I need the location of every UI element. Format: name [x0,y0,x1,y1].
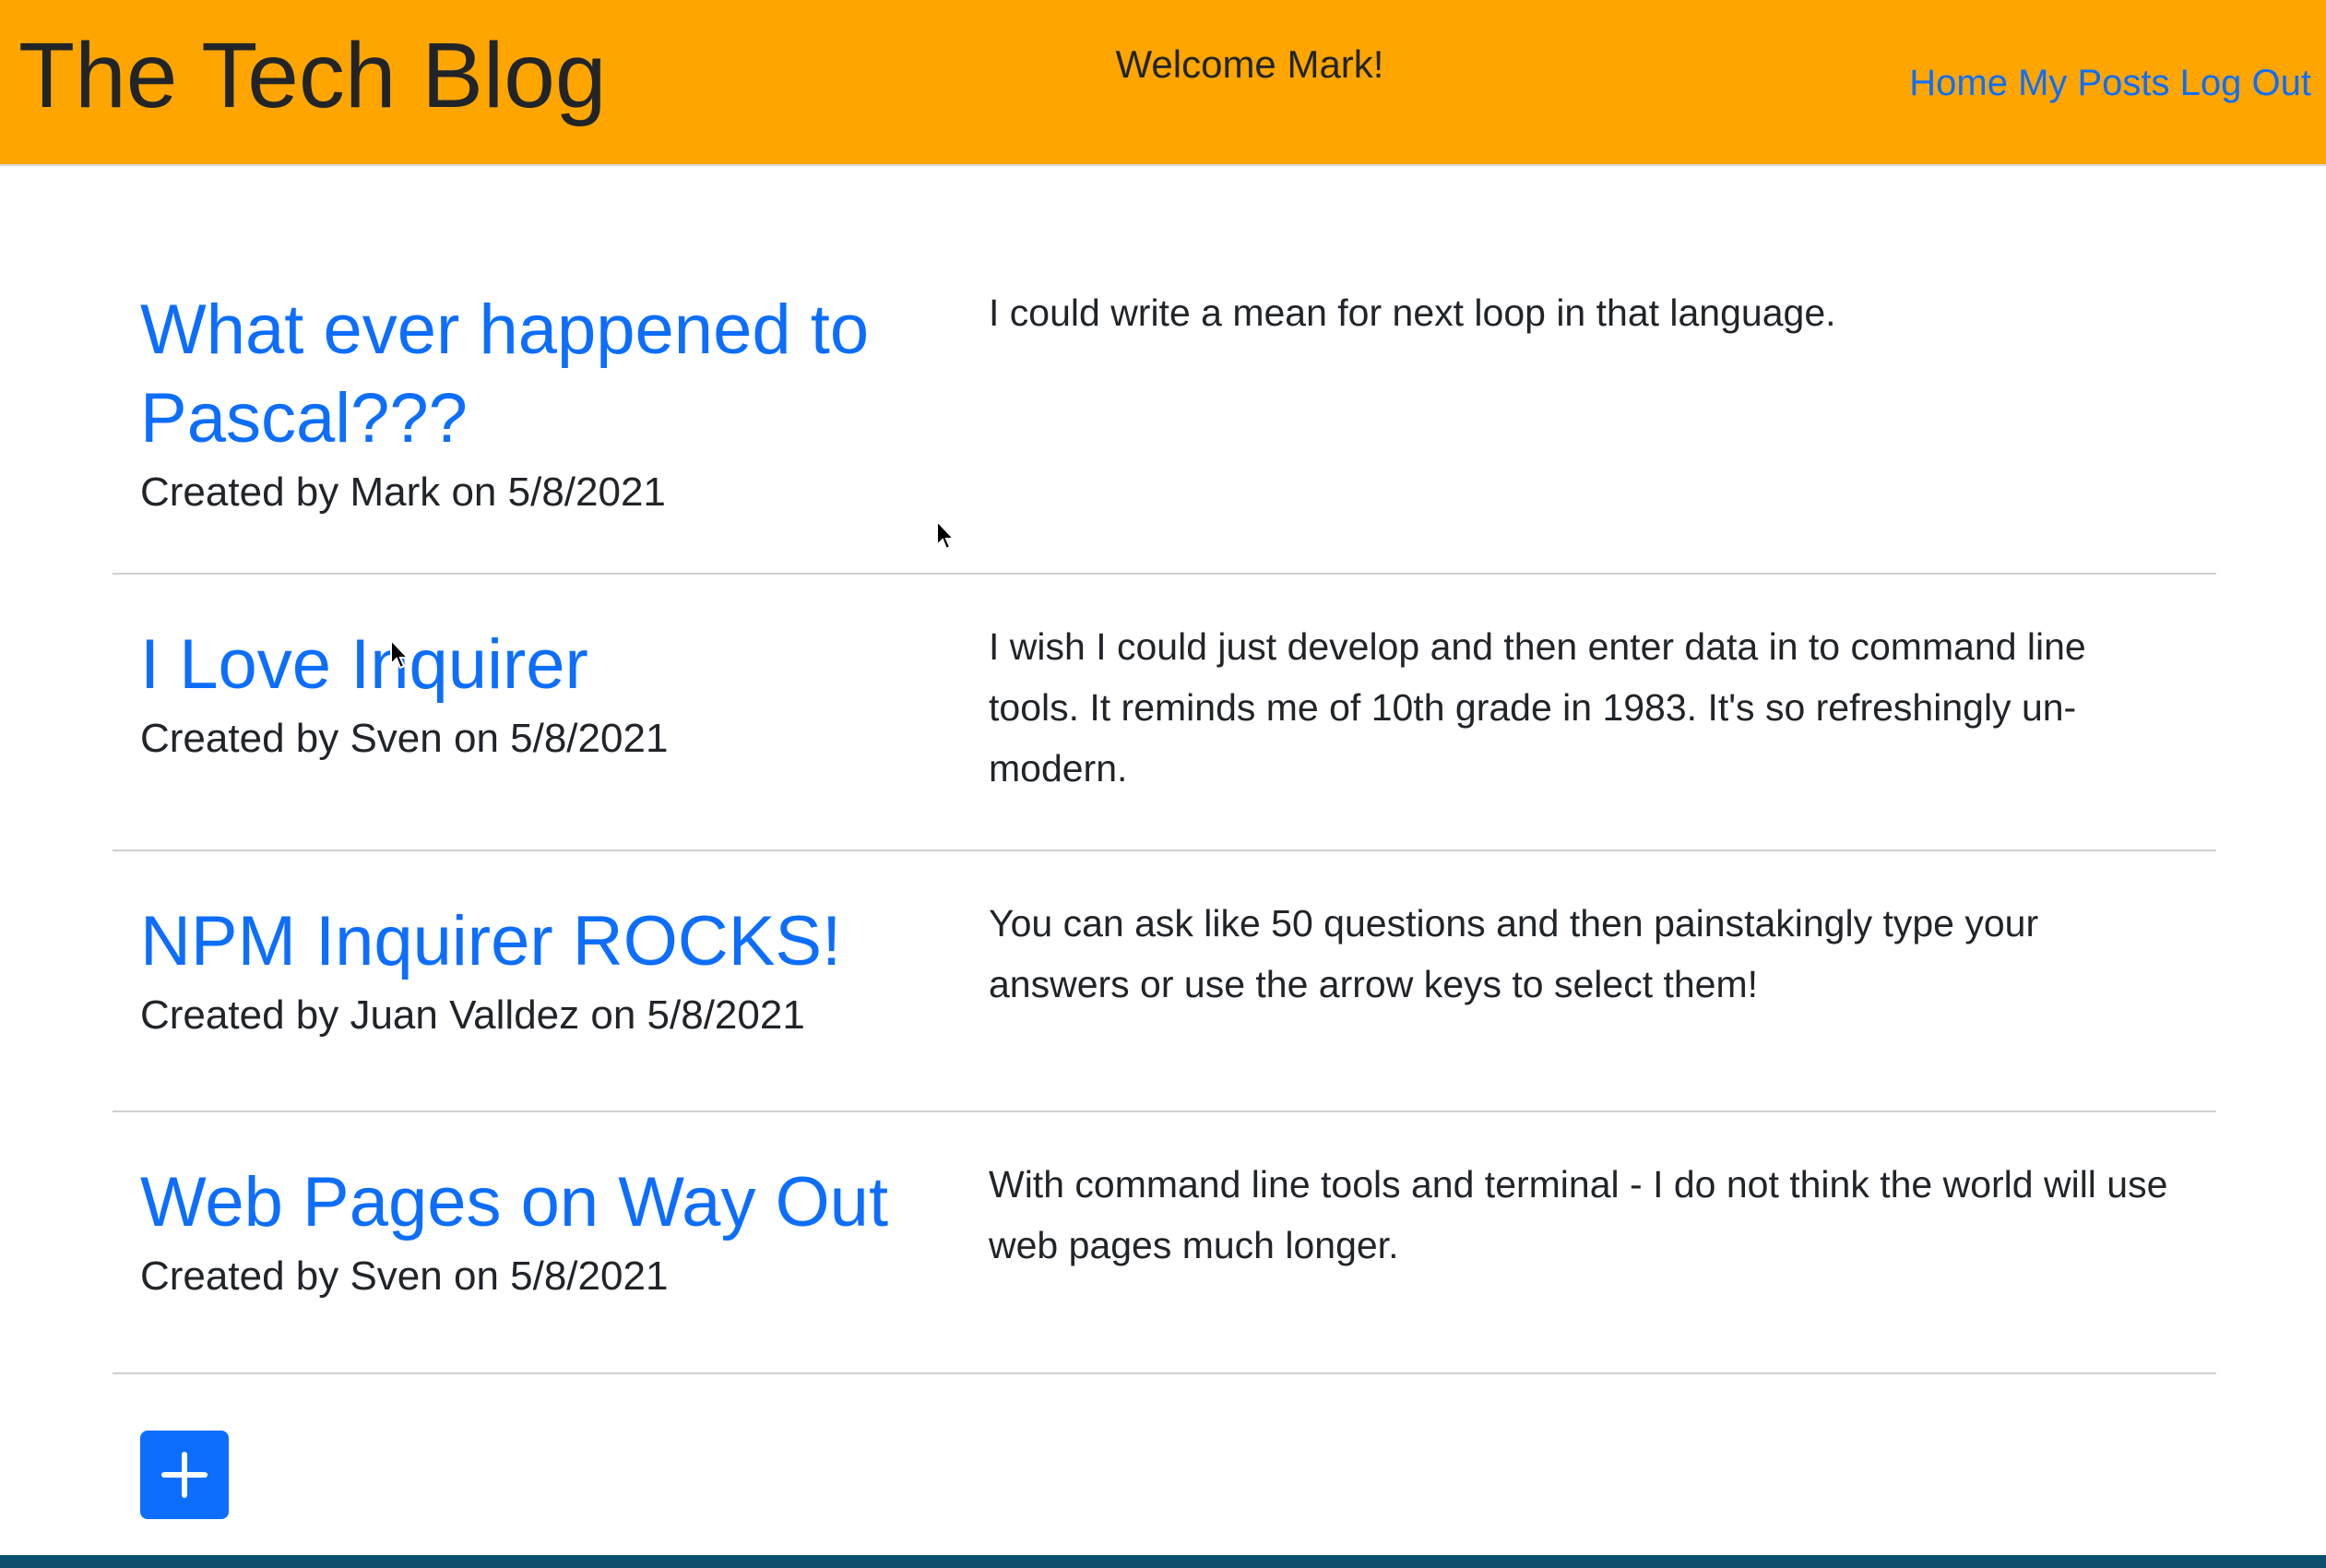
post-meta: Created by Sven on 5/8/2021 [140,1251,989,1302]
nav-home-link[interactable]: Home [1909,63,2008,103]
post-meta: Created by Mark on 5/8/2021 [140,467,989,518]
post-header: Web Pages on Way Out Created by Sven on … [113,1112,989,1372]
page: The Tech Blog Welcome Mark! Home My Post… [0,0,2326,1568]
welcome-message: Welcome Mark! [1115,42,1384,86]
post-content: You can ask like 50 questions and then p… [989,851,2216,1111]
post-body: With command line tools and terminal - I… [989,1163,2168,1266]
post-content: I wish I could just develop and then ent… [989,575,2216,849]
post-content: I could write a mean for next loop in th… [989,267,2216,573]
post-title-link[interactable]: Web Pages on Way Out [140,1158,989,1247]
mouse-cursor-icon [390,638,410,670]
post-content: With command line tools and terminal - I… [989,1112,2216,1372]
post-meta: Created by Juan Valldez on 5/8/2021 [140,990,989,1041]
post-title-link[interactable]: NPM Inquirer ROCKS! [140,897,989,986]
post-body: You can ask like 50 questions and then p… [989,902,2039,1005]
main-nav: Home My Posts Log Out [1909,57,2311,109]
post-meta-text: Created by Sven on 5/8/2021 [140,1253,669,1299]
posts-list: What ever happened to Pascal??? Created … [113,267,2216,1374]
post-item: What ever happened to Pascal??? Created … [113,267,2216,575]
post-meta-text: Created by Mark on 5/8/2021 [140,469,666,515]
post-title-link[interactable]: What ever happened to Pascal??? [140,286,989,463]
site-title: The Tech Blog [18,24,607,127]
post-item: NPM Inquirer ROCKS! Created by Juan Vall… [113,851,2216,1112]
nav-log-out-link[interactable]: Log Out [2180,63,2311,103]
post-item: Web Pages on Way Out Created by Sven on … [113,1112,2216,1374]
window-bottom-edge [0,1555,2326,1568]
nav-my-posts-link[interactable]: My Posts [2018,63,2169,103]
post-title-link[interactable]: I Love Inquirer [140,621,989,709]
mouse-cursor-icon [936,519,956,551]
post-body: I could write a mean for next loop in th… [989,291,1836,334]
post-header: What ever happened to Pascal??? Created … [113,267,989,573]
post-header: NPM Inquirer ROCKS! Created by Juan Vall… [113,851,989,1111]
plus-icon [161,1452,208,1498]
post-meta-text: Created by Juan Valldez on 5/8/2021 [140,992,805,1038]
post-body: I wish I could just develop and then ent… [989,625,2086,790]
add-post-button[interactable] [140,1431,229,1519]
post-meta-text: Created by Sven on 5/8/2021 [140,716,669,761]
post-meta: Created by Sven on 5/8/2021 [140,713,989,765]
site-header: The Tech Blog Welcome Mark! Home My Post… [0,0,2326,166]
post-header: I Love Inquirer Created by Sven on 5/8/2… [113,575,989,849]
post-item: I Love Inquirer Created by Sven on 5/8/2… [113,575,2216,851]
